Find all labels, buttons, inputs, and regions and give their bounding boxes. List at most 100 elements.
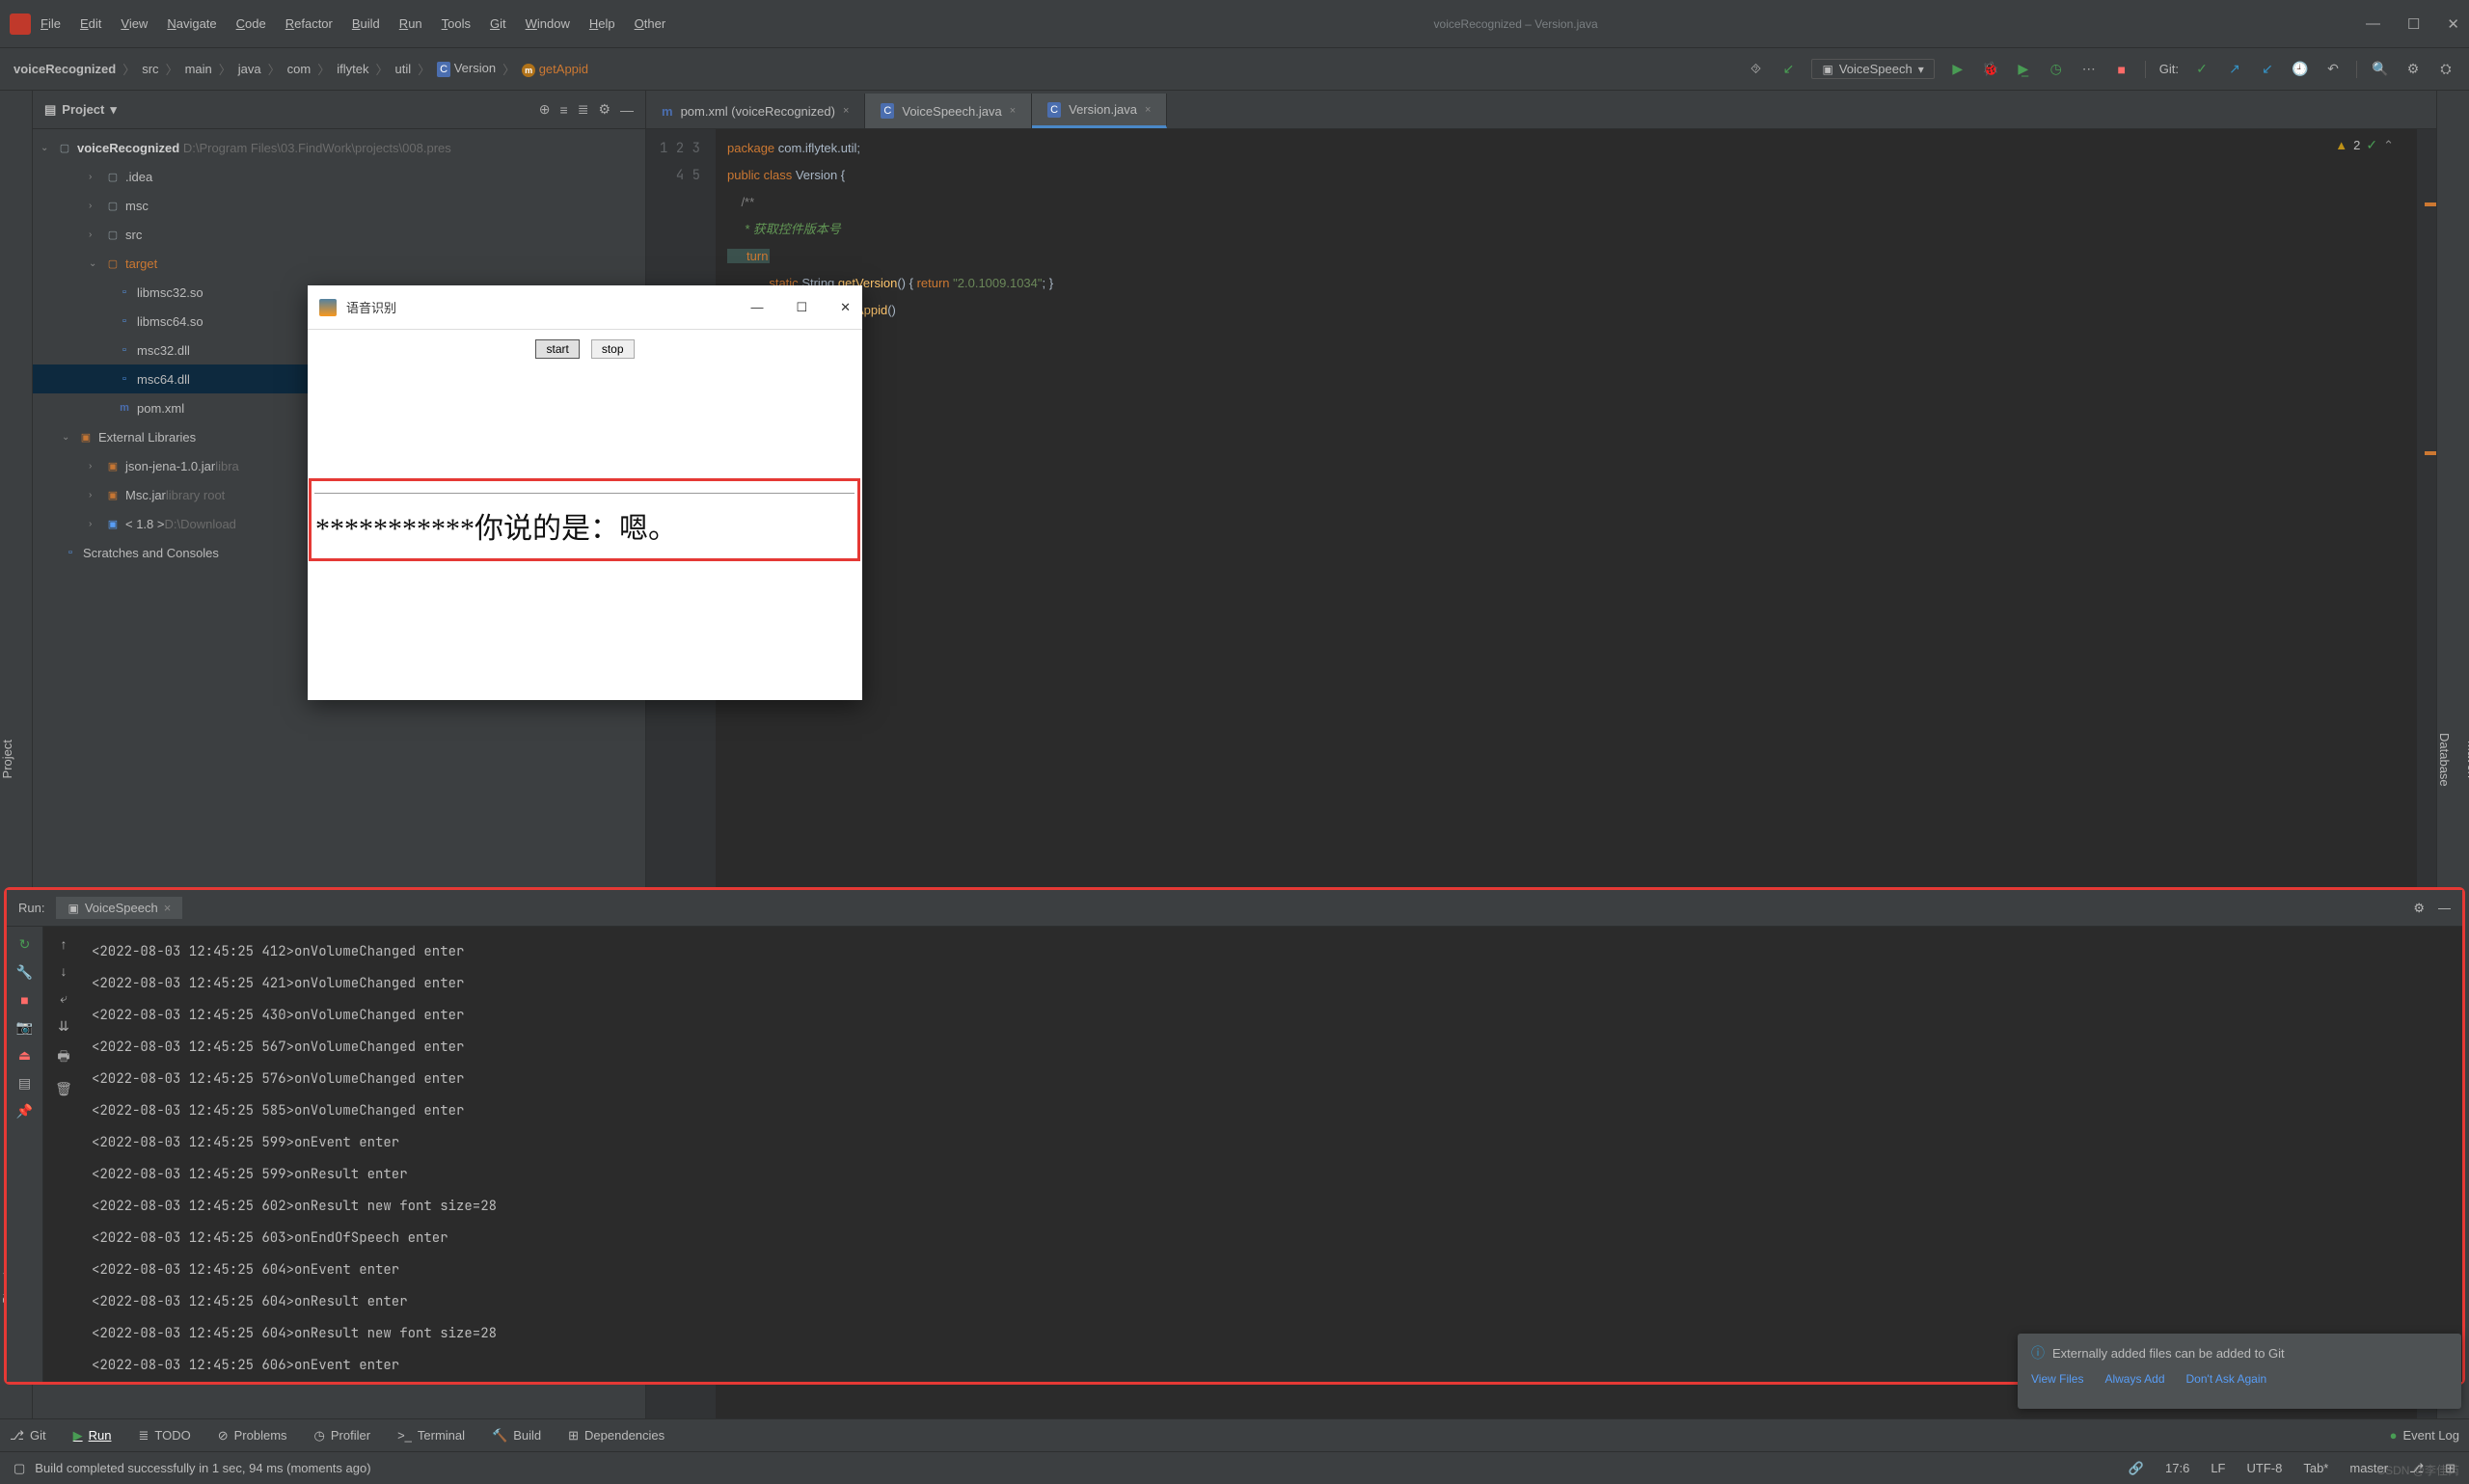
tool-window-problems[interactable]: ⊘ Problems <box>218 1428 287 1444</box>
git-commit-icon[interactable]: ✓ <box>2192 60 2211 79</box>
start-button[interactable]: start <box>535 339 579 359</box>
breadcrumb-item[interactable]: util <box>394 62 411 76</box>
tool-window-profiler[interactable]: ◷ Profiler <box>314 1428 371 1444</box>
coverage-icon[interactable]: ▶̲ <box>2014 60 2033 79</box>
layout-icon[interactable]: ▤ <box>18 1075 31 1092</box>
breadcrumb-item[interactable]: main <box>185 62 212 76</box>
down-icon[interactable]: ↓ <box>61 963 68 979</box>
tool-window-git[interactable]: ⎇ Git <box>10 1428 46 1444</box>
gear-icon[interactable]: ⚙ <box>2413 901 2425 916</box>
tree-root[interactable]: ⌄▢voiceRecognized D:\Program Files\03.Fi… <box>33 133 645 162</box>
menu-build[interactable]: Build <box>352 16 380 31</box>
debug-icon[interactable]: 🐞 <box>1981 60 2000 79</box>
expand-icon[interactable]: ≡ <box>560 102 568 118</box>
tree-item[interactable]: ›▢.idea <box>33 162 645 191</box>
status-item[interactable]: UTF-8 <box>2247 1461 2283 1475</box>
hide-icon[interactable]: — <box>2438 901 2451 916</box>
console-output[interactable]: <2022-08-03 12:45:25 412>onVolumeChanged… <box>84 927 2462 1382</box>
run-config-dropdown[interactable]: ▣ VoiceSpeech ▾ <box>1811 59 1934 79</box>
scroll-icon[interactable]: ⇊ <box>58 1018 69 1035</box>
search-icon[interactable]: 🔍 <box>2371 60 2390 79</box>
git-history-icon[interactable]: 🕘 <box>2291 60 2310 79</box>
breadcrumb-item[interactable]: src <box>142 62 158 76</box>
status-item[interactable]: Tab* <box>2303 1461 2328 1475</box>
menu-git[interactable]: Git <box>490 16 506 31</box>
tool-window-todo[interactable]: ≣ TODO <box>138 1428 190 1444</box>
tool-window-dependencies[interactable]: ⊞ Dependencies <box>568 1428 665 1444</box>
event-log[interactable]: ● Event Log <box>2390 1428 2459 1443</box>
clipboard-icon[interactable]: 🔗 <box>2129 1461 2144 1476</box>
wrap-icon[interactable]: ⤶ <box>60 990 68 1007</box>
breadcrumb-item[interactable]: voiceRecognized <box>14 62 116 76</box>
settings-icon[interactable]: ⚙ <box>598 101 610 118</box>
tree-item[interactable]: ›▢msc <box>33 191 645 220</box>
menu-other[interactable]: Other <box>635 16 666 31</box>
breadcrumb-item[interactable]: com <box>287 62 312 76</box>
menu-file[interactable]: File <box>41 16 61 31</box>
tool-window-build[interactable]: 🔨 Build <box>492 1428 541 1444</box>
stop-icon[interactable]: ■ <box>2112 60 2131 79</box>
maven-tab[interactable]: Maven <box>2465 735 2469 784</box>
user-icon[interactable]: ⯑ <box>1746 60 1765 79</box>
dont-ask-link[interactable]: Don't Ask Again <box>2186 1372 2267 1386</box>
breadcrumb-item[interactable]: C Version <box>437 61 496 77</box>
pin-icon[interactable]: 📌 <box>16 1103 33 1120</box>
close-icon[interactable]: ✕ <box>2447 15 2459 33</box>
exit-icon[interactable]: ⏏ <box>18 1047 31 1064</box>
camera-icon[interactable]: 📷 <box>16 1019 33 1036</box>
wrench-icon[interactable]: 🔧 <box>16 964 33 981</box>
git-pull-icon[interactable]: ↙ <box>2258 60 2277 79</box>
breadcrumb-item[interactable]: iflytek <box>337 62 368 76</box>
rerun-icon[interactable]: ↻ <box>19 936 31 953</box>
tool-window-run[interactable]: ▶ Run <box>73 1428 112 1444</box>
editor-tab[interactable]: CVersion.java× <box>1032 94 1167 128</box>
hammer-icon[interactable]: ↙ <box>1778 60 1798 79</box>
maximize-icon[interactable]: ☐ <box>2407 15 2420 33</box>
clear-icon[interactable]: 🗑 <box>55 1081 72 1097</box>
menu-view[interactable]: View <box>121 16 148 31</box>
git-rollback-icon[interactable]: ↶ <box>2323 60 2343 79</box>
collapse-icon[interactable]: ≣ <box>578 101 589 118</box>
menu-navigate[interactable]: Navigate <box>167 16 216 31</box>
gear-icon[interactable]: ⛭ <box>2436 60 2455 79</box>
editor-tab[interactable]: CVoiceSpeech.java× <box>865 94 1032 128</box>
locate-icon[interactable]: ⊕ <box>539 101 551 118</box>
database-tab[interactable]: Database <box>2437 727 2452 793</box>
menu-refactor[interactable]: Refactor <box>285 16 333 31</box>
attach-icon[interactable]: ⋯ <box>2079 60 2099 79</box>
popup-minimize-icon[interactable]: — <box>750 300 763 315</box>
breadcrumb-item[interactable]: m getAppid <box>522 62 588 77</box>
menu-code[interactable]: Code <box>236 16 266 31</box>
minimize-icon[interactable]: — <box>2366 15 2380 33</box>
run-config-tab[interactable]: ▣ VoiceSpeech × <box>56 897 182 919</box>
status-item[interactable]: LF <box>2211 1461 2225 1475</box>
popup-close-icon[interactable]: ✕ <box>840 300 851 315</box>
menu-window[interactable]: Window <box>526 16 570 31</box>
view-files-link[interactable]: View Files <box>2031 1372 2083 1386</box>
print-icon[interactable]: 🖶 <box>57 1046 69 1069</box>
status-item[interactable]: 17:6 <box>2165 1461 2189 1475</box>
project-label[interactable]: ▤ Project ▾ <box>44 102 529 118</box>
git-push-icon[interactable]: ↗ <box>2225 60 2244 79</box>
stop-icon[interactable]: ■ <box>20 992 28 1008</box>
profile-icon[interactable]: ◷ <box>2047 60 2066 79</box>
inspections-widget[interactable]: ▲ 2 ✓ ⌃ <box>2335 137 2394 153</box>
breadcrumb-item[interactable]: java <box>238 62 261 76</box>
settings-icon[interactable]: ⚙ <box>2403 60 2423 79</box>
tree-item[interactable]: ›▢src <box>33 220 645 249</box>
project-tab[interactable]: Project <box>0 734 14 784</box>
hide-icon[interactable]: — <box>620 102 634 118</box>
tool-window-terminal[interactable]: >_ Terminal <box>397 1428 465 1444</box>
menu-edit[interactable]: Edit <box>80 16 101 31</box>
tree-item[interactable]: ⌄▢target <box>33 249 645 278</box>
menu-run[interactable]: Run <box>399 16 422 31</box>
run-icon[interactable]: ▶ <box>1948 60 1967 79</box>
stop-button[interactable]: stop <box>591 339 635 359</box>
menu-tools[interactable]: Tools <box>442 16 471 31</box>
menu-help[interactable]: Help <box>589 16 615 31</box>
editor-tab[interactable]: mpom.xml (voiceRecognized)× <box>646 94 865 128</box>
up-icon[interactable]: ↑ <box>61 936 68 952</box>
always-add-link[interactable]: Always Add <box>2104 1372 2164 1386</box>
popup-maximize-icon[interactable]: ☐ <box>796 300 807 315</box>
tool-windows-icon[interactable]: ▢ <box>14 1461 25 1476</box>
